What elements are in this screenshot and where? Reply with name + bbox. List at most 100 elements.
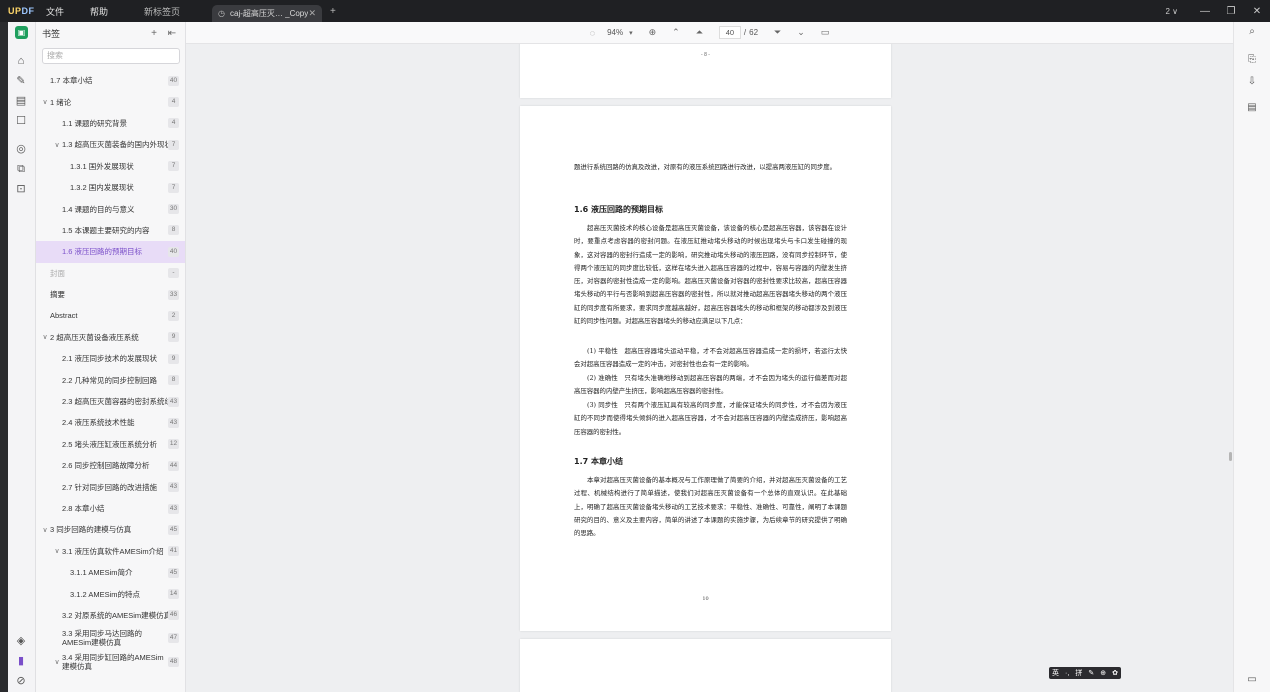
account-menu[interactable]: 2 ∨ [1165, 7, 1178, 16]
search-icon[interactable]: ⌕ [1245, 26, 1259, 37]
ime-punctuation[interactable]: ·, [1065, 670, 1069, 677]
comment-icon[interactable]: ▭ [1245, 674, 1259, 685]
menu-help[interactable]: 帮助 [90, 5, 108, 18]
bookmark-label: 1.3.1 国外发展现状 [70, 161, 134, 171]
bookmark-label: 2.2 几种常见的同步控制回路 [62, 375, 158, 385]
document-tab[interactable]: ◷ caj-超高压灭… _Copy(1) ✕ [212, 5, 323, 22]
new-tab-link[interactable]: 新标签页 [144, 5, 212, 18]
close-tab-icon[interactable]: ✕ [308, 8, 316, 19]
prev-page-icon[interactable]: ⏶ [696, 27, 703, 38]
reader-icon[interactable]: ⌂ [14, 54, 28, 68]
expand-chevron-icon[interactable]: ∨ [52, 141, 62, 149]
restore-icon[interactable]: ❐ [1218, 6, 1244, 17]
zoom-level[interactable]: 94% [607, 28, 623, 37]
save-icon[interactable]: ▤ [1245, 102, 1259, 113]
current-page-input[interactable]: 40 [718, 26, 741, 39]
menu-file[interactable]: 文件 [46, 5, 64, 18]
bookmark-item[interactable]: 2.5 堵头液压缸液压系统分析 12 [36, 434, 185, 455]
document-viewer[interactable]: - 8 - 题进行系统回路的仿真及改进，对原有的液压系统回路进行改进，以提高两液… [186, 44, 1233, 692]
view-toolbar: ◌ 94% ▾ ⊕ ⌃ ⏶ 40 / 62 ⏷ ⌄ ▭ [186, 22, 1233, 44]
bookmark-item[interactable]: 2.8 本章小结 43 [36, 498, 185, 519]
bookmark-item[interactable]: 1.3.2 国内发展现状 7 [36, 177, 185, 198]
window-controls: 2 ∨ — ❐ ✕ [1165, 0, 1270, 22]
ocr-icon[interactable]: ◎ [14, 142, 28, 156]
bookmark-item[interactable]: ∨ 3.1 液压仿真软件AMESim介绍 41 [36, 541, 185, 562]
app-logo[interactable]: UPDF [0, 6, 46, 16]
organize-icon[interactable]: ▤ [14, 94, 28, 108]
bookmark-item[interactable]: ∨ 3.4 采用同步缸回路的AMESim建模仿真 48 [36, 650, 185, 674]
bookmark-item[interactable]: 1.3.1 国外发展现状 7 [36, 156, 185, 177]
bookmark-item[interactable]: 1.4 课题的目的与意义 30 [36, 198, 185, 219]
bookmark-item[interactable]: 2.4 液压系统技术性能 43 [36, 412, 185, 433]
bookmark-item[interactable]: 3.1.2 AMESim的特点 14 [36, 583, 185, 604]
bookmark-item[interactable]: 2.6 同步控制回路故障分析 44 [36, 455, 185, 476]
zoom-in-icon[interactable]: ⊕ [649, 27, 657, 38]
ime-settings-icon[interactable]: ✿ [1112, 669, 1118, 677]
convert-icon[interactable]: ⧉ [14, 162, 28, 176]
scrollbar-thumb[interactable] [1229, 452, 1232, 461]
bookmark-item[interactable]: 2.7 针对同步回路的改进措施 43 [36, 476, 185, 497]
bookmark-page-number: 45 [168, 524, 179, 535]
bookmark-item[interactable]: Abstract 2 [36, 305, 185, 326]
ime-toolbar[interactable]: 英 ·, 拼 ✎ ⊕ ✿ [1049, 667, 1121, 679]
current-page: 题进行系统回路的仿真及改进，对原有的液压系统回路进行改进，以提高两液压缸的同步度… [520, 106, 891, 631]
first-page-icon[interactable]: ⌃ [672, 27, 680, 38]
form-icon[interactable]: ☐ [14, 114, 28, 128]
bookmark-label: 2.7 针对同步回路的改进措施 [62, 482, 158, 492]
bookmark-item[interactable]: ∨ 3 同步回路的建模与仿真 45 [36, 519, 185, 540]
app-home-icon[interactable]: ▣ [15, 26, 28, 39]
bookmark-panel: 书签 + ⇤ 搜索 1.7 本章小结 40 ∨ 1 绪论 4 1.1 课题的研究背景 4 ∨ 1… [36, 22, 186, 692]
bookmark-item[interactable]: 3.1.1 AMESim简介 45 [36, 562, 185, 583]
bookmark-item[interactable]: 2.1 液压同步技术的发展现状 9 [36, 348, 185, 369]
expand-chevron-icon[interactable]: ∨ [40, 526, 50, 534]
last-page-icon[interactable]: ⌄ [797, 27, 805, 38]
bookmark-item[interactable]: 1.1 课题的研究背景 4 [36, 113, 185, 134]
bookmark-page-number: 8 [168, 225, 179, 236]
bookmark-item[interactable]: ∨ 1.3 超高压灭菌装备的国内外现状 7 [36, 134, 185, 155]
bookmark-item[interactable]: 摘要 33 [36, 284, 185, 305]
bookmark-item[interactable]: 2.2 几种常见的同步控制回路 8 [36, 369, 185, 390]
expand-chevron-icon[interactable]: ∨ [52, 547, 62, 555]
properties-icon[interactable]: ⎘ [1245, 54, 1259, 65]
add-tab-icon[interactable]: + [330, 6, 336, 17]
bookmark-item[interactable]: 1.6 液压回路的预期目标 40 [36, 241, 185, 263]
add-bookmark-icon[interactable]: + [147, 28, 161, 39]
zoom-dropdown-icon[interactable]: ▾ [629, 29, 633, 37]
bookmark-page-number: 33 [168, 289, 179, 300]
bookmark-item[interactable]: 1.5 本课题主要研究的内容 8 [36, 220, 185, 241]
bookmark-page-number: 48 [168, 657, 179, 668]
attachment-icon[interactable]: ⊘ [14, 674, 28, 688]
bookmark-icon[interactable]: ▮ [14, 654, 28, 668]
ime-emoji-icon[interactable]: ⊕ [1100, 669, 1106, 677]
next-page-icon[interactable]: ⏷ [774, 27, 781, 38]
presentation-icon[interactable]: ▭ [821, 27, 830, 38]
collapse-panel-icon[interactable]: ⇤ [165, 28, 179, 39]
bookmark-item[interactable]: 2.3 超高压灭菌容器的密封系统组成 43 [36, 391, 185, 412]
bookmark-item[interactable]: ∨ 1 绪论 4 [36, 91, 185, 112]
layers-icon[interactable]: ◈ [14, 634, 28, 648]
bookmark-page-number: 7 [168, 161, 179, 172]
minimize-icon[interactable]: — [1192, 6, 1218, 17]
bookmark-page-number: 2 [168, 310, 179, 321]
ime-language[interactable]: 英 [1052, 668, 1059, 678]
bookmark-item[interactable]: 3.3 采用同步马达回路的AMESim建模仿真 47 [36, 626, 185, 650]
bookmark-page-number: 44 [168, 460, 179, 471]
bookmark-item[interactable]: 1.7 本章小结 40 [36, 70, 185, 91]
section-1-6-paragraph: 超高压灭菌技术的核心设备是超高压灭菌设备，该设备的核心是超高压容器，该容器在设计… [574, 224, 847, 326]
bookmark-item[interactable]: ∨ 2 超高压灭菌设备液压系统 9 [36, 327, 185, 348]
bookmark-label: 3.1.1 AMESim简介 [70, 568, 133, 578]
edit-icon[interactable]: ✎ [14, 74, 28, 88]
expand-chevron-icon[interactable]: ∨ [40, 333, 50, 341]
bookmark-item[interactable]: 3.2 对原系统的AMESim建模仿真 46 [36, 605, 185, 626]
bookmark-label: 3.2 对原系统的AMESim建模仿真 [62, 610, 168, 620]
ime-mode[interactable]: 拼 [1075, 668, 1082, 678]
fit-page-icon[interactable]: ◌ [590, 28, 595, 38]
expand-chevron-icon[interactable]: ∨ [52, 658, 62, 666]
export-icon[interactable]: ⇩ [1245, 76, 1259, 87]
protect-icon[interactable]: ⊡ [14, 182, 28, 196]
bookmark-search-input[interactable]: 搜索 [42, 48, 180, 64]
expand-chevron-icon[interactable]: ∨ [40, 98, 50, 106]
bookmark-item[interactable]: 封面 - [36, 263, 185, 284]
ime-pen-icon[interactable]: ✎ [1088, 669, 1094, 677]
close-window-icon[interactable]: ✕ [1244, 6, 1270, 17]
